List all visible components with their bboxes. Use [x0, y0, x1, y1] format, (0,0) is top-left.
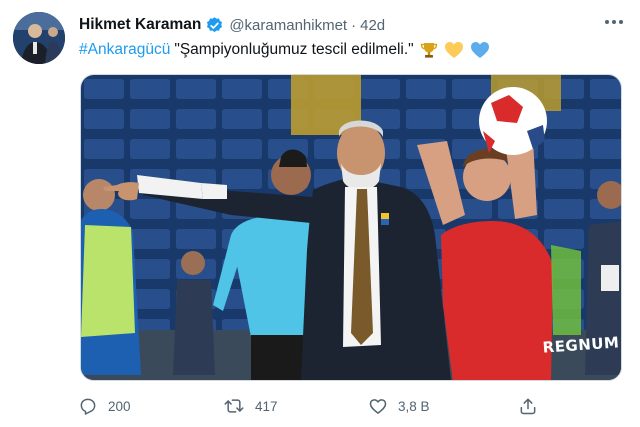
more-options-icon[interactable] [601, 12, 627, 32]
tweet-header: Hikmet Karaman @karamanhikmet · 42d [79, 15, 385, 35]
tweet-timestamp[interactable]: 42d [360, 17, 385, 34]
retweet-icon [223, 396, 245, 416]
like-button[interactable]: 3,8 B [368, 394, 430, 418]
hashtag-link[interactable]: #Ankaragücü [79, 41, 170, 59]
tweet-quote: "Şampiyonluğumuz tescil edilmeli." [174, 41, 414, 58]
reply-icon [78, 396, 98, 416]
author-handle[interactable]: @karamanhikmet [229, 17, 347, 34]
tweet-photo[interactable]: REGNUM [80, 74, 622, 381]
retweet-button[interactable]: 417 [223, 394, 278, 418]
blue-heart-icon [470, 41, 490, 59]
yellow-heart-icon [444, 41, 464, 59]
share-icon [518, 396, 538, 416]
retweet-count: 417 [255, 398, 278, 414]
tweet-action-bar: 200 417 3,8 B [78, 394, 548, 418]
separator-dot: · [351, 16, 357, 34]
tweet-card[interactable]: Hikmet Karaman @karamanhikmet · 42d #Ank… [0, 0, 640, 427]
like-heart-icon [368, 396, 388, 416]
verified-badge-icon [205, 16, 224, 35]
tweet-text: #Ankaragücü "Şampiyonluğumuz tescil edil… [79, 39, 490, 61]
author-name[interactable]: Hikmet Karaman [79, 16, 201, 34]
avatar[interactable] [13, 12, 65, 64]
like-count: 3,8 B [398, 398, 430, 414]
trophy-icon [420, 41, 438, 59]
reply-button[interactable]: 200 [78, 394, 131, 418]
share-button[interactable] [518, 394, 538, 418]
reply-count: 200 [108, 398, 131, 414]
